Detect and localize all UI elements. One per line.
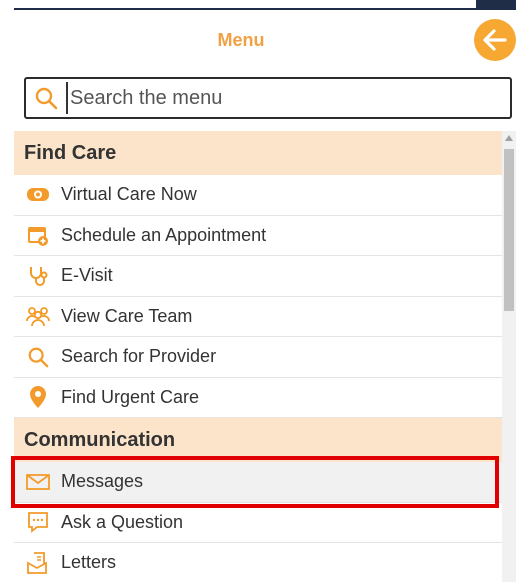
menu-item-messages[interactable]: Messages <box>14 462 502 503</box>
menu-item-label: Find Urgent Care <box>61 386 200 407</box>
menu-item-label: Search for Provider <box>61 346 217 367</box>
window-top-white <box>14 0 476 8</box>
menu-item-label: Messages <box>61 471 144 492</box>
menu-item-label: Ask a Question <box>61 511 184 532</box>
search-icon <box>14 346 61 368</box>
menu-item-letters[interactable]: Letters <box>14 543 502 582</box>
back-button[interactable] <box>474 19 516 61</box>
menu-item-e-visit[interactable]: E-Visit <box>14 256 502 297</box>
envelope-icon <box>14 472 61 492</box>
menu-list: Find Care Virtual Care Now Schedule an A… <box>14 131 502 582</box>
menu-item-label: Virtual Care Now <box>61 184 197 205</box>
calendar-add-icon <box>14 223 61 247</box>
arrow-left-icon <box>483 29 507 51</box>
menu-item-view-care-team[interactable]: View Care Team <box>14 296 502 337</box>
menu-item-ask-a-question[interactable]: Ask a Question <box>14 502 502 543</box>
menu-item-find-urgent-care[interactable]: Find Urgent Care <box>14 377 502 418</box>
location-pin-icon <box>14 385 61 409</box>
page-title: Menu <box>217 30 265 50</box>
menu-item-label: Letters <box>61 552 117 573</box>
scroll-up-arrow-icon[interactable] <box>505 135 513 141</box>
scrollbar[interactable] <box>502 131 516 582</box>
chat-bubble-icon <box>14 510 61 534</box>
search-icon <box>26 79 66 117</box>
menu-item-schedule-appointment[interactable]: Schedule an Appointment <box>14 215 502 256</box>
section-header-find-care: Find Care <box>14 131 502 175</box>
stethoscope-icon <box>14 264 61 288</box>
menu-item-virtual-care-now[interactable]: Virtual Care Now <box>14 175 502 216</box>
video-camera-icon <box>14 185 61 205</box>
scrollbar-thumb[interactable] <box>504 149 514 311</box>
menu-item-search-for-provider[interactable]: Search for Provider <box>14 337 502 378</box>
search-input[interactable] <box>66 82 496 114</box>
search-field[interactable] <box>24 77 512 119</box>
letter-icon <box>14 551 61 575</box>
care-team-icon <box>14 304 61 328</box>
menu-item-label: Schedule an Appointment <box>61 224 267 245</box>
menu-item-label: View Care Team <box>61 305 193 326</box>
menu-item-label: E-Visit <box>61 265 113 286</box>
section-header-communication: Communication <box>14 418 502 462</box>
